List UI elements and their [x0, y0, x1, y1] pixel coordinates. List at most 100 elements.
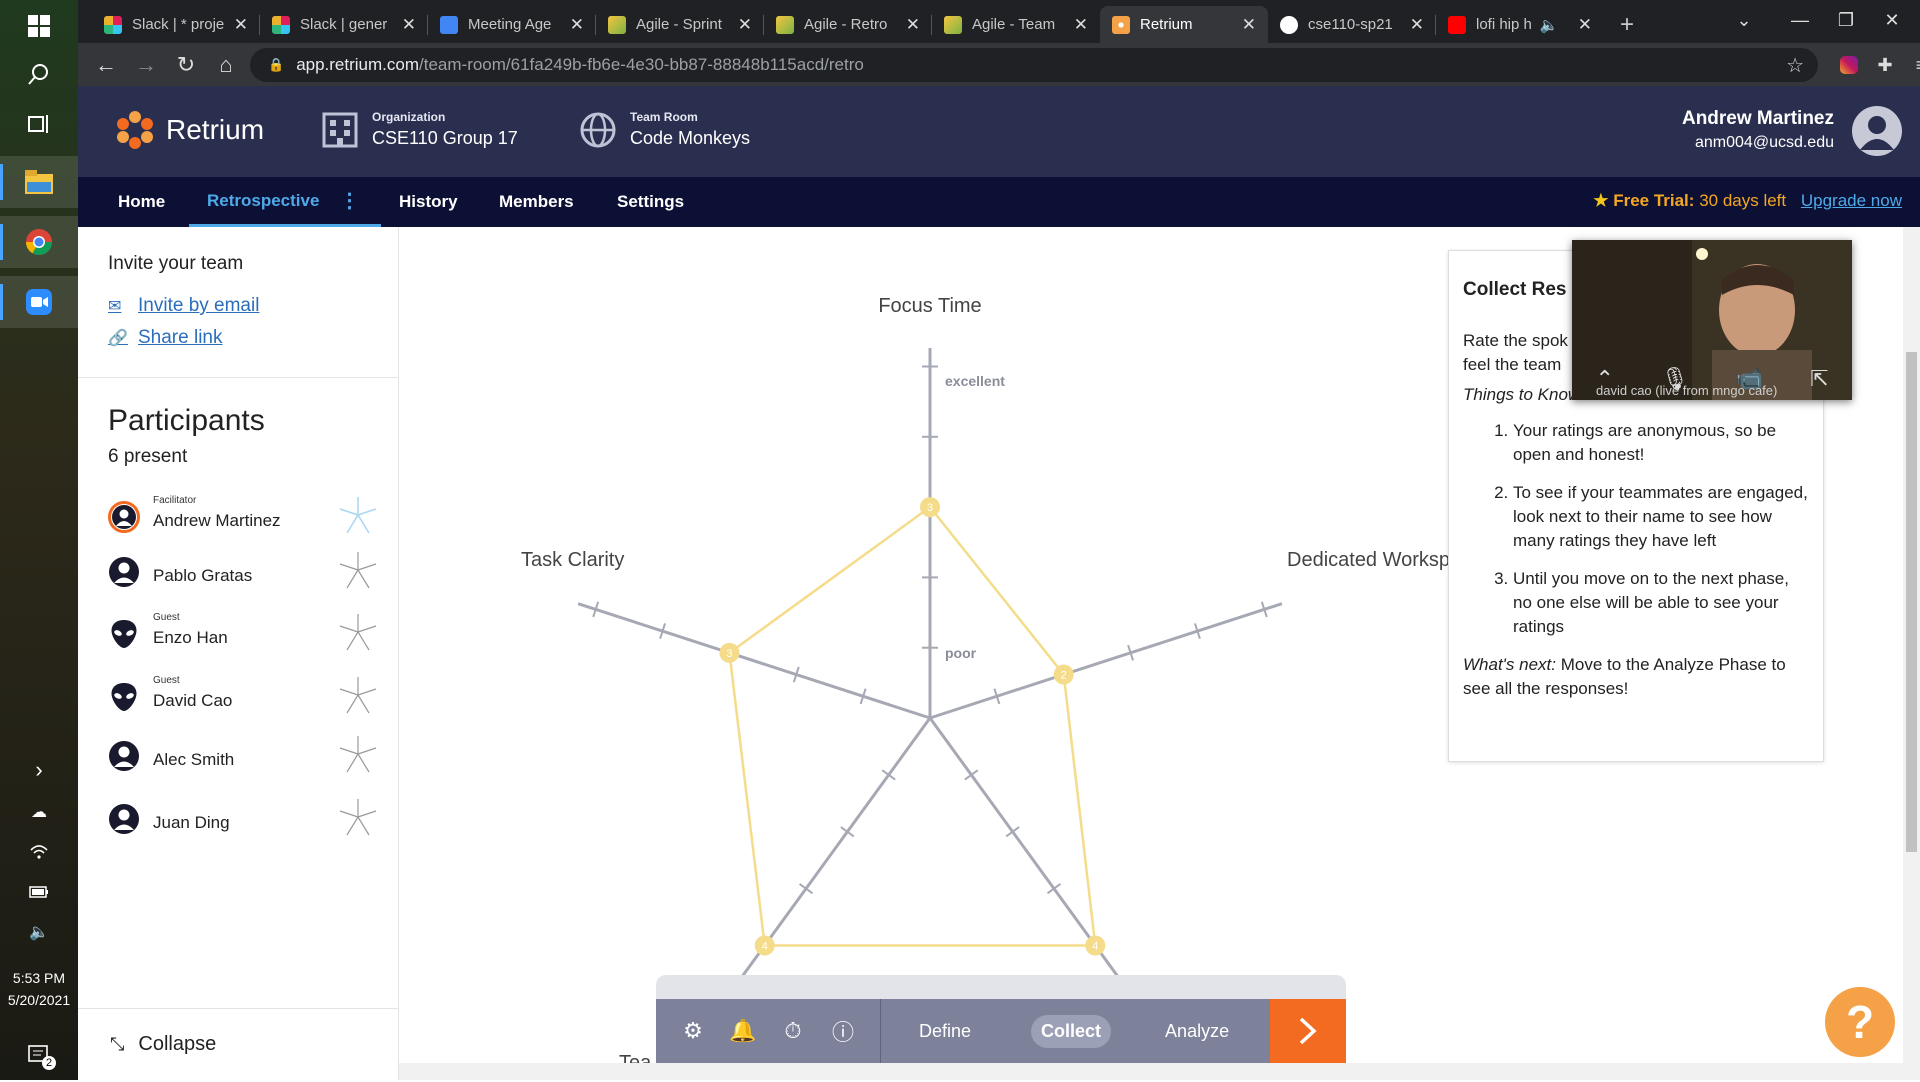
youtube-icon	[1448, 15, 1466, 34]
more-options-icon[interactable]: ⋮	[339, 188, 359, 213]
participant-role: Guest	[153, 675, 180, 686]
agile-icon	[776, 15, 794, 34]
tab-retrium[interactable]: Retrium ✕	[1100, 6, 1268, 43]
search-icon[interactable]	[0, 48, 78, 100]
person-avatar-icon	[108, 556, 140, 588]
nav-settings[interactable]: Settings	[617, 177, 684, 227]
person-avatar-icon	[108, 501, 140, 533]
zoom-video-thumbnail[interactable]: ⌃ 🎙 📹 ⇱ david cao (live from mngo cafe)	[1572, 240, 1852, 400]
nav-retrospective[interactable]: Retrospective ⋮	[189, 177, 381, 227]
close-icon[interactable]: ✕	[898, 15, 920, 35]
forward-icon[interactable]: →	[132, 51, 160, 79]
task-view-icon[interactable]	[0, 98, 78, 150]
tab-meeting-agenda[interactable]: Meeting Age ✕	[428, 6, 596, 43]
horizontal-scrollbar[interactable]	[399, 1063, 1903, 1080]
close-icon[interactable]: ✕	[226, 15, 248, 35]
volume-icon[interactable]: 🔈	[0, 906, 78, 958]
clock-time[interactable]: 5:53 PM	[0, 968, 78, 988]
next-phase-button[interactable]	[1270, 999, 1346, 1063]
scale-label-poor: poor	[945, 645, 977, 661]
organization-name: CSE110 Group 17	[372, 128, 518, 148]
participant-row: Guest Enzo Han	[108, 612, 378, 662]
tab-slack-general[interactable]: Slack | gener ✕	[260, 6, 428, 43]
nav-retrospective-label: Retrospective	[207, 190, 320, 210]
share-link-label: Share link	[138, 327, 223, 348]
bookmark-star-icon[interactable]: ☆	[1786, 53, 1804, 78]
nav-members[interactable]: Members	[499, 177, 574, 227]
close-icon[interactable]: ✕	[562, 15, 584, 35]
tab-title: Slack | * proje	[132, 16, 225, 33]
bell-icon[interactable]: 🔔	[718, 999, 768, 1063]
tab-agile-retro[interactable]: Agile - Retro ✕	[764, 6, 932, 43]
phase-analyze[interactable]: Analyze	[1155, 1015, 1239, 1048]
windows-start-icon[interactable]	[0, 0, 78, 52]
vertical-scrollbar[interactable]	[1903, 227, 1920, 1080]
organization-selector[interactable]: Organization CSE110 Group 17	[322, 110, 518, 149]
participants-section: Participants 6 present	[78, 378, 398, 494]
media-control-icon[interactable]: ≡	[1908, 52, 1920, 78]
toolbar-bar: ⚙ 🔔 ⏱ ⓘ Define Collect Analyze	[656, 999, 1346, 1063]
tab-title: Agile - Retro	[804, 16, 888, 33]
share-screen-icon[interactable]: ⇱	[1810, 366, 1828, 392]
scrollbar-thumb[interactable]	[1906, 352, 1917, 852]
close-icon[interactable]: ✕	[1570, 15, 1592, 35]
list-item: Your ratings are anonymous, so be open a…	[1513, 419, 1809, 467]
tab-title: Retrium	[1140, 16, 1193, 33]
back-icon[interactable]: ←	[92, 51, 120, 79]
extensions-puzzle-icon[interactable]: ✚	[1872, 52, 1898, 78]
tab-title: Slack | gener	[300, 16, 388, 33]
team-room-selector[interactable]: Team Room Code Monkeys	[580, 110, 750, 149]
tab-agile-team[interactable]: Agile - Team ✕	[932, 6, 1100, 43]
tab-github[interactable]: cse110-sp21 ✕	[1268, 6, 1436, 43]
close-icon[interactable]: ✕	[394, 15, 416, 35]
help-button[interactable]: ?	[1825, 987, 1895, 1057]
retrium-logo[interactable]: Retrium	[116, 111, 264, 149]
new-tab-button[interactable]: +	[1608, 6, 1648, 43]
phase-define[interactable]: Define	[909, 1015, 981, 1048]
collapse-sidebar-button[interactable]: ⤡ Collapse	[78, 1008, 398, 1080]
reload-icon[interactable]: ↻	[172, 51, 200, 79]
nav-history[interactable]: History	[399, 177, 458, 227]
phase-collect[interactable]: Collect	[1031, 1014, 1112, 1048]
tab-search-icon[interactable]: ⌄	[1716, 0, 1772, 40]
rating-marker-label: 3	[927, 502, 933, 514]
clock-date[interactable]: 5/20/2021	[0, 990, 78, 1010]
free-trial-banner: ★ Free Trial: 30 days left Upgrade now	[1593, 191, 1902, 211]
close-icon[interactable]: ✕	[730, 15, 752, 35]
toolbar-handle[interactable]	[656, 975, 1346, 1001]
audio-playing-icon[interactable]: 🔈	[1540, 16, 1559, 34]
notifications-icon[interactable]: 2	[0, 1030, 78, 1082]
agile-icon	[944, 15, 962, 34]
slack-icon	[104, 15, 122, 34]
tab-agile-sprint[interactable]: Agile - Sprint ✕	[596, 6, 764, 43]
invite-email-label: Invite by email	[138, 295, 260, 316]
rating-marker-label: 2	[1061, 670, 1067, 682]
retrium-logo-icon	[116, 111, 154, 149]
upgrade-link[interactable]: Upgrade now	[1801, 191, 1902, 210]
home-icon[interactable]: ⌂	[212, 51, 240, 79]
close-icon[interactable]: ✕	[1234, 15, 1256, 35]
tab-youtube-lofi[interactable]: lofi hip h 🔈 ✕	[1436, 6, 1604, 43]
invite-section: Invite your team ✉ Invite by email 🔗 Sha…	[78, 227, 398, 378]
chrome-icon[interactable]	[0, 216, 78, 268]
zoom-icon[interactable]	[0, 276, 78, 328]
invite-by-email-link[interactable]: ✉ Invite by email	[108, 295, 368, 317]
info-icon[interactable]: ⓘ	[818, 999, 868, 1063]
windows-taskbar: › ☁ 🔈 5:53 PM 5/20/2021 2	[0, 0, 78, 1080]
instagram-extension-icon[interactable]	[1836, 52, 1862, 78]
close-window-icon[interactable]: ✕	[1864, 0, 1920, 40]
file-explorer-icon[interactable]	[0, 156, 78, 208]
user-menu[interactable]: Andrew Martinez anm004@ucsd.edu	[1682, 108, 1834, 152]
close-icon[interactable]: ✕	[1066, 15, 1088, 35]
tab-slack-project[interactable]: Slack | * proje ✕	[92, 6, 260, 43]
gear-icon[interactable]: ⚙	[668, 999, 718, 1063]
share-link[interactable]: 🔗 Share link	[108, 327, 368, 349]
lock-icon[interactable]: 🔒	[268, 57, 284, 73]
team-room-name: Code Monkeys	[630, 128, 751, 148]
close-icon[interactable]: ✕	[1402, 15, 1424, 35]
user-avatar-icon[interactable]	[1852, 106, 1902, 156]
timer-icon[interactable]: ⏱	[768, 999, 818, 1063]
nav-home[interactable]: Home	[118, 177, 165, 227]
tab-title: Agile - Team	[972, 16, 1056, 33]
address-bar[interactable]: 🔒 app.retrium.com/team-room/61fa249b-fb6…	[250, 48, 1818, 82]
